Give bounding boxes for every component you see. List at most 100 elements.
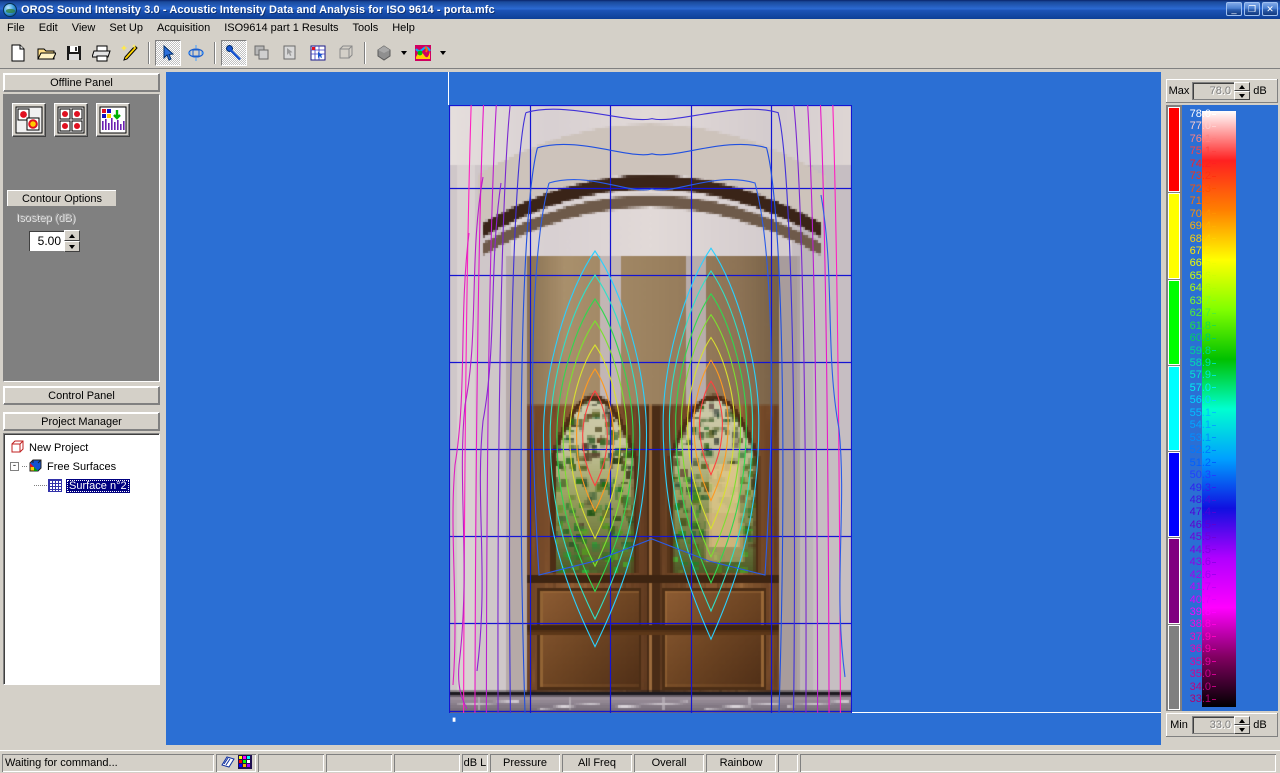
scale-min-input[interactable]: 33.0 xyxy=(1192,716,1234,734)
project-tree[interactable]: New Project - Free Surfaces Surface n°2 xyxy=(3,433,160,685)
project-manager-header[interactable]: Project Manager xyxy=(3,412,160,431)
select-arrow-icon[interactable] xyxy=(155,40,181,66)
quad-map-view-button[interactable] xyxy=(54,103,88,137)
tree-item-new-project[interactable]: New Project xyxy=(8,438,159,457)
scale-max-decrement-button[interactable] xyxy=(1234,91,1250,100)
scale-min-control: Min 33.0 dB xyxy=(1166,713,1278,737)
contour-line xyxy=(475,105,829,713)
scale-max-stepper[interactable]: 78.0 xyxy=(1192,82,1250,100)
scale-max-increment-button[interactable] xyxy=(1234,82,1250,91)
status-icons-pane xyxy=(216,754,256,772)
scale-max-input[interactable]: 78.0 xyxy=(1192,82,1234,100)
scale-min-decrement-button[interactable] xyxy=(1234,725,1250,734)
copy-surface-icon[interactable] xyxy=(249,40,275,66)
save-floppy-icon[interactable] xyxy=(61,40,87,66)
status-field-quantity[interactable]: Pressure xyxy=(490,754,560,772)
book-icon xyxy=(221,755,235,772)
scale-min-increment-button[interactable] xyxy=(1234,716,1250,725)
scale-tick-label: 77.0 xyxy=(1190,121,1216,132)
menu-view[interactable]: View xyxy=(65,20,103,36)
discrete-color-segment xyxy=(1168,280,1180,365)
scale-panel: Max 78.0 dB 78.0 77.0 76.1 75.1 74.2 73.2 72.3… xyxy=(1164,69,1280,748)
new-document-icon[interactable] xyxy=(5,40,31,66)
scale-tick-label: 50.3 xyxy=(1190,470,1216,481)
wizard-wand-icon[interactable] xyxy=(117,40,143,66)
rotate-object-icon[interactable] xyxy=(183,40,209,66)
isostep-input[interactable]: 5.00 xyxy=(28,230,64,252)
menu-setup[interactable]: Set Up xyxy=(102,20,150,36)
menu-iso9614-results[interactable]: ISO9614 part 1 Results xyxy=(217,20,345,36)
scale-max-control: Max 78.0 dB xyxy=(1166,79,1278,103)
scale-tick-label: 67.5 xyxy=(1190,246,1216,257)
scale-tick-label: 62.7 xyxy=(1190,308,1216,319)
scale-tick-labels: 78.0 77.0 76.1 75.1 74.2 73.2 72.3 71.3 70.4 69.4… xyxy=(1180,105,1216,711)
status-pane-end xyxy=(800,754,1276,772)
menu-acquisition[interactable]: Acquisition xyxy=(150,20,217,36)
scale-tick-label: 35.9 xyxy=(1190,657,1216,668)
scale-tick-label: 68.4 xyxy=(1190,234,1216,245)
scale-tick-label: 69.4 xyxy=(1190,221,1216,232)
contour-line xyxy=(663,248,759,639)
print-icon[interactable] xyxy=(89,40,115,66)
scale-min-stepper[interactable]: 33.0 xyxy=(1192,716,1250,734)
menu-file[interactable]: File xyxy=(0,20,32,36)
scale-max-unit: dB xyxy=(1250,85,1270,97)
scale-tick-label: 40.7 xyxy=(1190,595,1216,606)
isostep-increment-button[interactable] xyxy=(64,230,80,241)
shading-dropdown-arrow-icon[interactable] xyxy=(398,40,409,66)
restore-glyph: ❐ xyxy=(1245,3,1259,15)
scale-tick-label: 45.5 xyxy=(1190,532,1216,543)
contour-line xyxy=(486,105,817,713)
single-map-view-button[interactable] xyxy=(12,103,46,137)
scale-tick-label: 56.0 xyxy=(1190,395,1216,406)
status-field-unit[interactable]: dB L xyxy=(462,754,488,772)
toolbar-separator-2 xyxy=(214,42,216,64)
status-pane-2 xyxy=(326,754,392,772)
isostep-decrement-button[interactable] xyxy=(64,241,80,252)
scale-tick-label: 49.3 xyxy=(1190,483,1216,494)
tree-expander-free-surfaces[interactable]: - xyxy=(10,462,19,471)
menu-edit[interactable]: Edit xyxy=(32,20,65,36)
menu-help[interactable]: Help xyxy=(385,20,422,36)
menu-iso9614-label: ISO9614 part 1 Results xyxy=(224,22,338,34)
control-panel-header[interactable]: Control Panel xyxy=(3,386,160,405)
scale-tick-label: 57.0 xyxy=(1190,383,1216,394)
isostep-stepper[interactable]: 5.00 xyxy=(28,230,80,252)
scale-tick-label: 37.9 xyxy=(1190,632,1216,643)
surface-photo-with-contours[interactable] xyxy=(449,105,852,713)
colormap-dropdown-arrow-icon[interactable] xyxy=(437,40,448,66)
menu-tools[interactable]: Tools xyxy=(346,20,386,36)
status-field-frequency[interactable]: All Freq xyxy=(562,754,632,772)
shading-solid-icon[interactable] xyxy=(371,40,397,66)
contour-line xyxy=(543,251,646,647)
window-title: OROS Sound Intensity 3.0 - Acoustic Inte… xyxy=(21,4,495,16)
scale-tick-label: 55.1 xyxy=(1190,408,1216,419)
probe-pointer-icon[interactable] xyxy=(221,40,247,66)
colormap-icon[interactable] xyxy=(410,40,436,66)
spectrum-chart-button[interactable] xyxy=(96,103,130,137)
surface-viewport[interactable]: ▗ xyxy=(166,72,1161,745)
minimize-button[interactable]: _ xyxy=(1226,2,1242,16)
tree-item-surface-2[interactable]: Surface n°2 xyxy=(8,476,159,495)
contour-line xyxy=(510,109,795,713)
restore-button[interactable]: ❐ xyxy=(1244,2,1260,16)
scale-tick-label: 61.8 xyxy=(1190,321,1216,332)
status-field-overall[interactable]: Overall xyxy=(634,754,704,772)
tree-connector-line-2 xyxy=(34,485,48,486)
color-scale[interactable]: 78.0 77.0 76.1 75.1 74.2 73.2 72.3 71.3 70.4 69.4… xyxy=(1166,105,1278,711)
mesh-map-icon[interactable] xyxy=(305,40,331,66)
offline-panel-title: Offline Panel xyxy=(50,77,113,89)
wireframe-cube-icon[interactable] xyxy=(333,40,359,66)
tree-item-free-surfaces[interactable]: - Free Surfaces xyxy=(8,457,159,476)
scale-min-spin-buttons xyxy=(1234,716,1250,734)
close-button[interactable]: ✕ xyxy=(1262,2,1278,16)
status-field-palette[interactable]: Rainbow xyxy=(706,754,776,772)
offline-panel-header[interactable]: Offline Panel xyxy=(3,73,160,92)
open-folder-icon[interactable] xyxy=(33,40,59,66)
menu-setup-label: Set Up xyxy=(109,22,143,34)
menu-tools-label: Tools xyxy=(353,22,379,34)
scale-tick-label: 47.4 xyxy=(1190,507,1216,518)
single-face-icon[interactable] xyxy=(277,40,303,66)
menu-file-label: File xyxy=(7,22,25,34)
viewport-baseline xyxy=(852,712,1161,713)
